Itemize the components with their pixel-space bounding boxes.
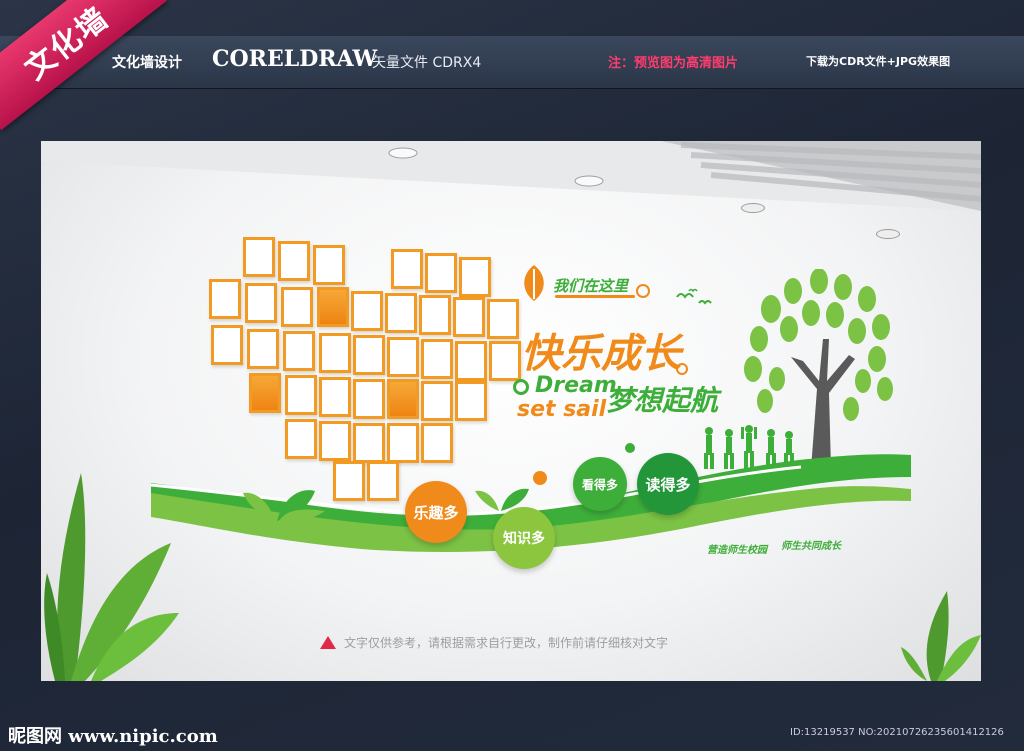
- ceiling-light: [876, 229, 900, 239]
- photo-frame: [319, 377, 351, 417]
- photo-frame: [421, 381, 453, 421]
- slogan-cn2: 梦想起航: [606, 384, 719, 417]
- slogan-en-line1: Dream: [535, 373, 617, 398]
- photo-frame: [387, 337, 419, 377]
- photo-frame: [209, 279, 241, 319]
- photo-frame: [313, 245, 345, 285]
- note-label: 注：预览图为高清图片: [608, 56, 739, 71]
- photo-frame: [351, 291, 383, 331]
- photo-frame: [281, 287, 313, 327]
- dot-green: [625, 443, 635, 453]
- image-id: ID:13219537 NO:20210726235601412126: [790, 727, 1004, 738]
- photo-frame: [421, 339, 453, 379]
- slogan-underline: [555, 295, 635, 298]
- photo-frame-filled: [249, 373, 281, 413]
- culture-wall-preview: 我们在这里 快乐成长 Dream set sail 梦想起航 乐趣多 知识多 看…: [41, 141, 981, 681]
- photo-frame: [487, 299, 519, 339]
- disclaimer: 文字仅供参考，请根据需求自行更改，制作前请仔细核对文字: [344, 636, 669, 650]
- warning-triangle-icon: [320, 636, 336, 649]
- leaf-icon: [524, 265, 544, 301]
- ceiling: [41, 141, 981, 211]
- ceiling-light: [741, 203, 765, 213]
- bubble-read: 读得多: [637, 453, 699, 515]
- photo-frame: [459, 257, 491, 297]
- slogan-en-line2: set sail: [517, 397, 607, 422]
- photo-frame: [425, 253, 457, 293]
- photo-frame: [455, 341, 487, 381]
- photo-frame: [385, 293, 417, 333]
- photo-frame-filled: [387, 379, 419, 419]
- photo-frame: [278, 241, 310, 281]
- photo-frame: [243, 237, 275, 277]
- sprout-icon: [243, 490, 325, 522]
- photo-frame: [245, 283, 277, 323]
- photo-frame: [319, 333, 351, 373]
- dot-orange: [533, 471, 547, 485]
- file-label: 矢量文件 CDRX4: [372, 55, 482, 71]
- slogan-dot: [676, 363, 688, 375]
- photo-frame: [489, 341, 521, 381]
- bubble-knowledge: 知识多: [493, 507, 555, 569]
- slogan-main: 快乐成长: [521, 331, 681, 377]
- software-label: CORELDRAW: [212, 46, 378, 72]
- photo-frame: [453, 297, 485, 337]
- photo-frame-filled: [317, 287, 349, 327]
- photo-frame: [283, 331, 315, 371]
- slogan-small: 我们在这里: [553, 277, 629, 295]
- plant-right: [901, 591, 981, 681]
- bubble-label: 看得多: [581, 477, 618, 492]
- birds-icon: [676, 288, 712, 305]
- photo-frame: [391, 249, 423, 289]
- plant-left: [44, 473, 179, 681]
- bubble-see: 看得多: [573, 457, 627, 511]
- download-label: 下载为CDR文件+JPG效果图: [806, 55, 951, 68]
- ring-icon: [513, 379, 529, 395]
- ring-icon: [636, 284, 650, 298]
- bubble-label: 乐趣多: [413, 503, 459, 522]
- photo-frame: [285, 375, 317, 415]
- photo-frame: [353, 379, 385, 419]
- wave-text-1: 营造师生校园: [707, 545, 767, 556]
- bubble-label: 读得多: [645, 475, 691, 494]
- wave-text-2: 师生共同成长: [781, 541, 841, 552]
- photo-frame: [247, 329, 279, 369]
- photo-frame: [455, 381, 487, 421]
- design-label: 文化墙设计: [112, 55, 182, 71]
- photo-frame: [353, 335, 385, 375]
- photo-frame: [211, 325, 243, 365]
- site-watermark: 昵图网 www.nipic.com: [8, 726, 218, 747]
- photo-frame: [419, 295, 451, 335]
- bubble-label: 知识多: [503, 531, 545, 547]
- bubble-fun: 乐趣多: [405, 481, 467, 543]
